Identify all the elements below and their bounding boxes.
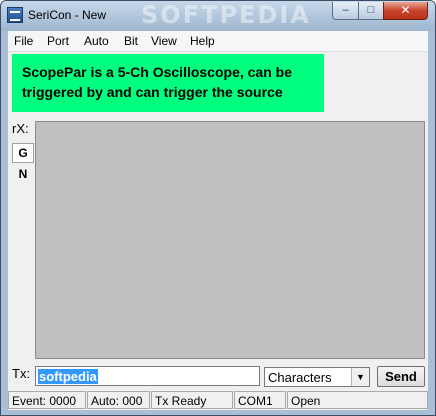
status-event: Event: 0000: [8, 391, 86, 409]
serial-port-icon[interactable]: [7, 7, 23, 23]
watermark: SOFTPEDIA: [141, 1, 311, 29]
format-select[interactable]: Characters ▼: [264, 367, 370, 387]
title-bar[interactable]: SeriCon - New SOFTPEDIA – □ ✕: [1, 1, 435, 31]
chevron-down-icon[interactable]: ▼: [351, 368, 369, 386]
format-select-value: Characters: [268, 370, 332, 385]
status-state: Open: [287, 391, 428, 409]
send-button[interactable]: Send: [377, 366, 425, 387]
info-banner: ScopePar is a 5-Ch Oscilloscope, can be …: [12, 54, 324, 112]
close-icon: ✕: [400, 3, 411, 17]
rx-label: rX:: [12, 121, 29, 136]
status-bar: Event: 0000 Auto: 000 Tx Ready COM1 Open: [8, 391, 428, 410]
maximize-icon: □: [367, 4, 375, 16]
client-area: File Port Auto Bit View Help ScopePar is…: [8, 31, 428, 410]
tx-input-value: softpedia: [38, 369, 98, 384]
banner-line-1: ScopePar is a 5-Ch Oscilloscope, can be: [22, 64, 292, 80]
mode-g-button[interactable]: G: [12, 143, 34, 163]
minimize-button[interactable]: –: [332, 2, 359, 20]
menu-file[interactable]: File: [14, 34, 33, 48]
receive-display[interactable]: [35, 121, 425, 359]
status-auto: Auto: 000: [87, 391, 150, 409]
window-title: SeriCon - New: [28, 8, 107, 22]
menu-help[interactable]: Help: [190, 34, 215, 48]
minimize-icon: –: [342, 4, 349, 16]
menu-port[interactable]: Port: [47, 34, 69, 48]
menu-view[interactable]: View: [151, 34, 177, 48]
mode-n-button[interactable]: N: [12, 165, 34, 185]
tx-label: Tx:: [12, 366, 31, 381]
close-button[interactable]: ✕: [383, 2, 428, 20]
menu-auto[interactable]: Auto: [84, 34, 109, 48]
banner-line-2: triggered by and can trigger the source: [22, 84, 283, 100]
menu-bit[interactable]: Bit: [124, 34, 138, 48]
maximize-button[interactable]: □: [358, 2, 384, 20]
status-tx: Tx Ready: [151, 391, 233, 409]
app-window: SeriCon - New SOFTPEDIA – □ ✕ File Port …: [0, 0, 436, 416]
menu-bar: File Port Auto Bit View Help: [8, 31, 428, 52]
tx-input[interactable]: softpedia: [35, 366, 260, 386]
status-port: COM1: [234, 391, 286, 409]
